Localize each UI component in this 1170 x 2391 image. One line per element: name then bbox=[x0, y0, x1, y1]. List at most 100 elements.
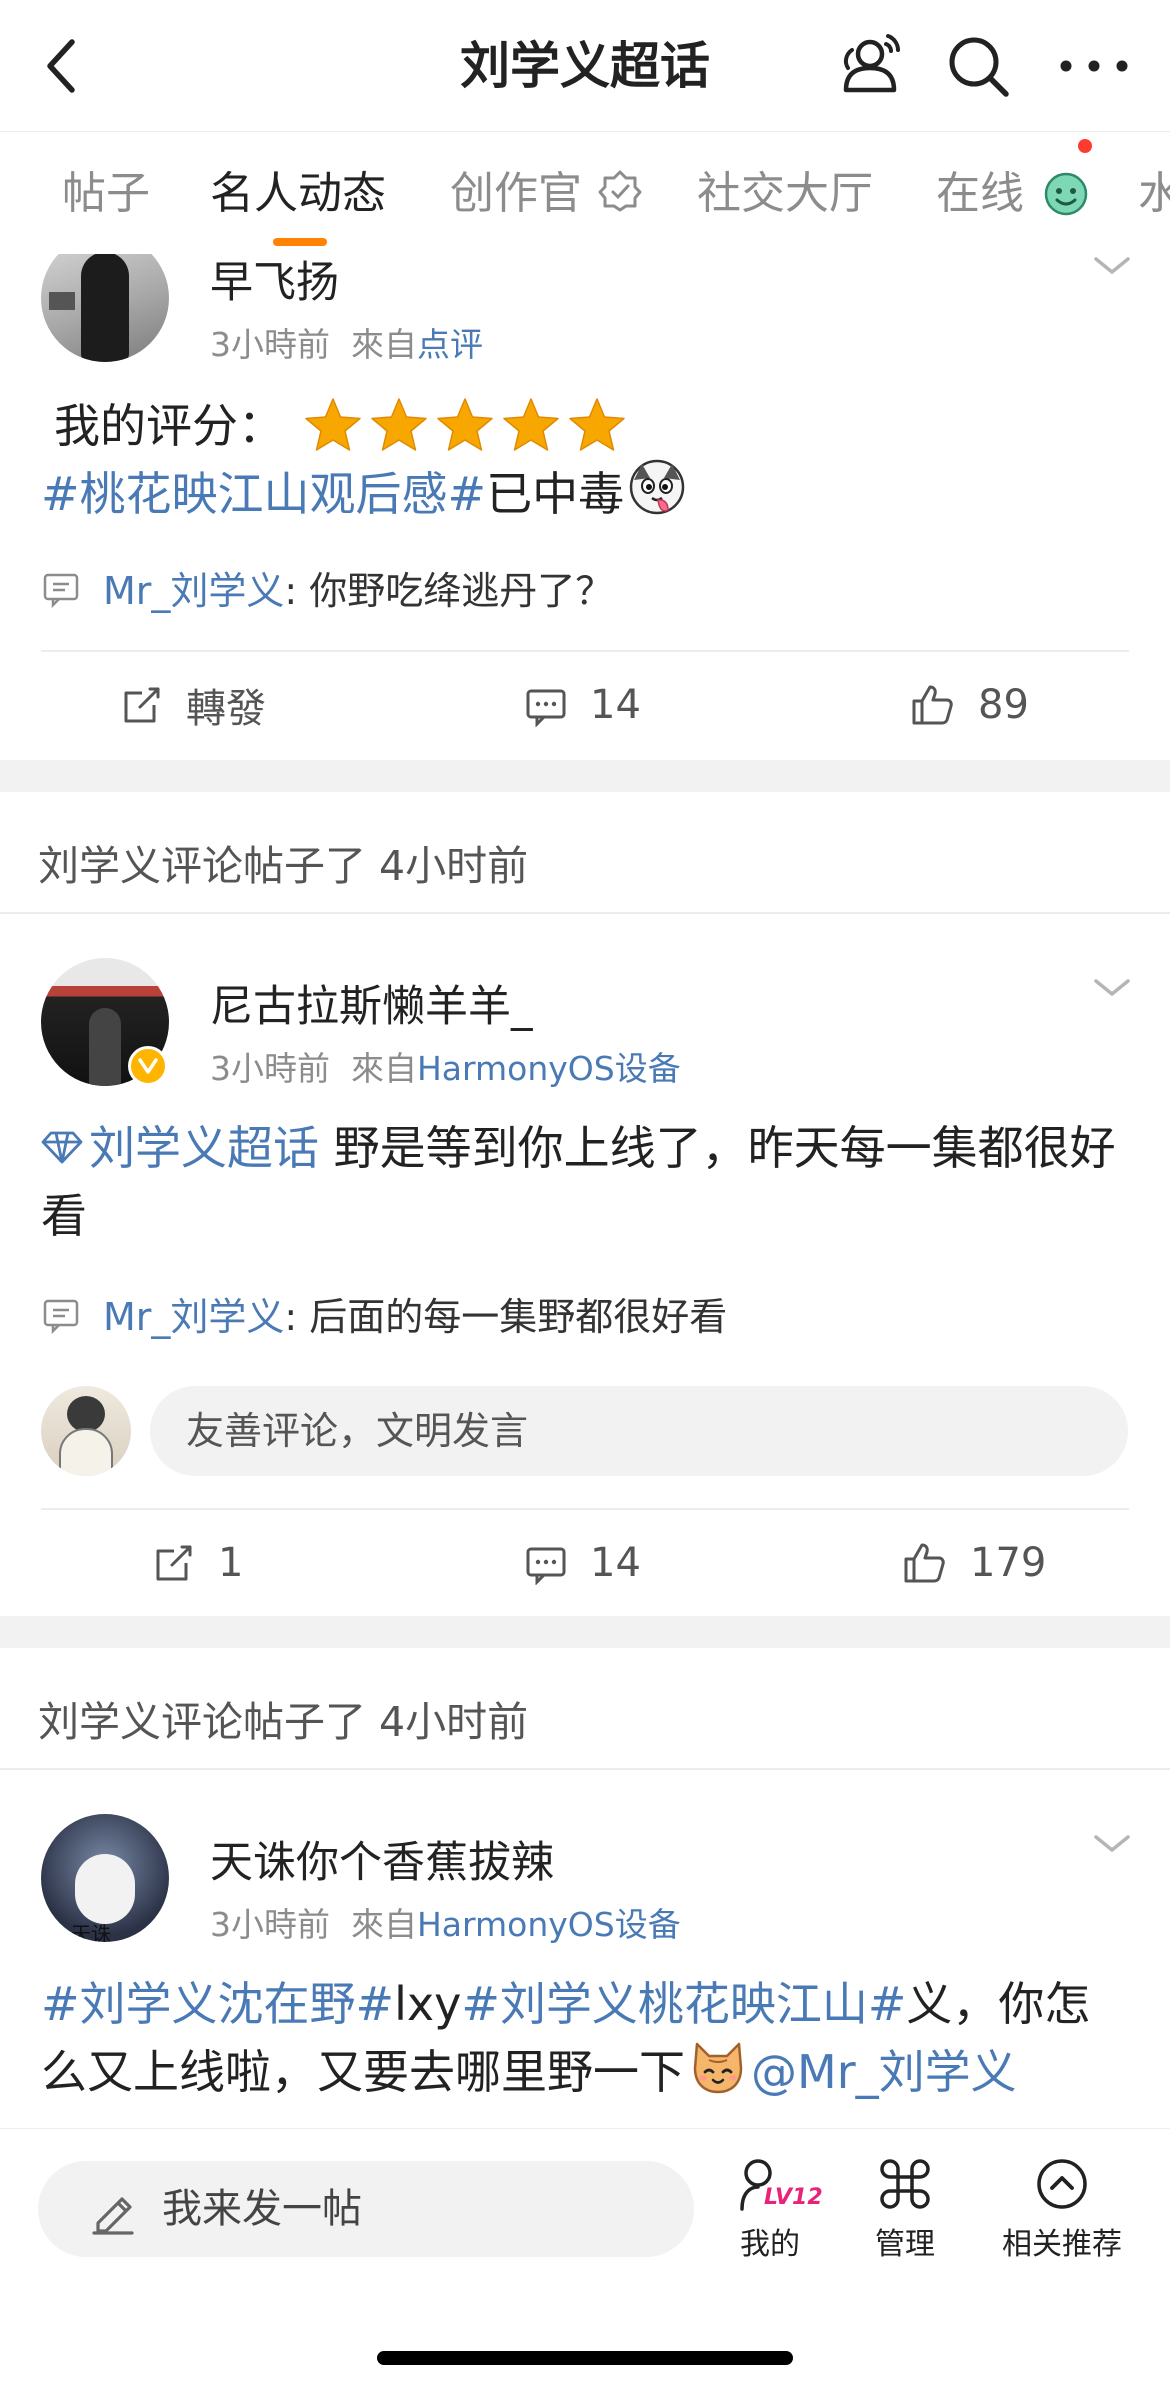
tab-bar: 帖子 名人动态 创作官 社交大厅 在线 水 bbox=[0, 133, 1170, 255]
bottom-bar: 我来发一帖 LV12 我的 管理 相关推荐 bbox=[0, 2128, 1170, 2391]
post-source[interactable]: HarmonyOS设备 bbox=[417, 1905, 681, 1944]
comment-text: : 你野吃绛逃丹了？ bbox=[284, 569, 614, 613]
tab-creators[interactable]: 创作官 bbox=[450, 133, 642, 255]
repost-icon bbox=[156, 1545, 192, 1581]
badge-icon bbox=[598, 170, 642, 212]
thumbs-up-icon bbox=[912, 685, 953, 725]
hashtag-link[interactable]: #刘学义沈在野# bbox=[41, 1977, 394, 2031]
comment-count: 14 bbox=[590, 1540, 641, 1586]
chevron-down-icon[interactable] bbox=[1092, 1832, 1132, 1856]
page: 刘学义超话 帖子 名人动态 创作官 社交大厅 在线 水 早飞扬 3小時前 來自点… bbox=[0, 0, 1170, 2391]
tab-recommend-label: 相关推荐 bbox=[1002, 2227, 1122, 2262]
comment-author[interactable]: Mr_刘学义 bbox=[103, 560, 284, 615]
tab-water[interactable]: 水 bbox=[1138, 133, 1170, 255]
tab-celebrity-updates[interactable]: 名人动态 bbox=[210, 133, 386, 255]
notification-dot bbox=[1078, 139, 1092, 153]
repost-button[interactable]: 轉發 bbox=[120, 680, 266, 732]
section-separator bbox=[0, 760, 1170, 792]
diamond-icon bbox=[41, 1131, 83, 1164]
repost-count: 1 bbox=[218, 1540, 244, 1586]
star-icon bbox=[305, 398, 361, 451]
tab-me-label: 我的 bbox=[740, 2227, 800, 2262]
v-badge-icon bbox=[128, 1046, 168, 1086]
post-source[interactable]: HarmonyOS设备 bbox=[417, 1049, 681, 1088]
comment-bubble-icon bbox=[43, 573, 79, 608]
command-icon bbox=[880, 2159, 930, 2209]
post-time: 3小時前 bbox=[210, 325, 330, 364]
comment-count: 14 bbox=[590, 682, 641, 728]
divider bbox=[0, 912, 1170, 914]
repost-label: 轉發 bbox=[186, 686, 266, 732]
top-comment[interactable]: Mr_刘学义: 后面的每一集野都很好看 bbox=[41, 1286, 727, 1341]
divider bbox=[0, 1768, 1170, 1770]
my-avatar[interactable] bbox=[41, 1386, 131, 1476]
more-icon[interactable] bbox=[1056, 28, 1132, 104]
tab-posts[interactable]: 帖子 bbox=[62, 133, 150, 255]
post-text-body: lxy bbox=[394, 1977, 462, 2031]
comment-text: : 后面的每一集野都很好看 bbox=[284, 1295, 728, 1339]
avatar-caption: 天诛 bbox=[71, 1922, 111, 1942]
active-tab-indicator bbox=[273, 238, 327, 246]
comment-icon bbox=[526, 689, 566, 727]
source-prefix: 來自 bbox=[350, 1905, 417, 1944]
compose-placeholder: 我来发一帖 bbox=[162, 2186, 362, 2232]
activity-header: 刘学义评论帖子了 4小时前 bbox=[38, 842, 529, 890]
author-name[interactable]: 早飞扬 bbox=[210, 248, 339, 310]
tab-manage-label: 管理 bbox=[875, 2227, 935, 2262]
like-count: 89 bbox=[978, 682, 1029, 728]
post-meta: 3小時前 來自点评 bbox=[210, 318, 483, 366]
home-indicator bbox=[377, 2351, 793, 2365]
comment-icon bbox=[526, 1547, 566, 1585]
chevron-down-icon[interactable] bbox=[1092, 976, 1132, 1000]
mention-link[interactable]: @Mr_刘学义 bbox=[751, 2045, 1017, 2099]
divider bbox=[41, 1508, 1129, 1510]
rating-row: 我的评分： bbox=[54, 392, 632, 460]
repost-button[interactable]: 1 bbox=[152, 1538, 243, 1588]
top-comment[interactable]: Mr_刘学义: 你野吃绛逃丹了？ bbox=[41, 560, 613, 615]
compose-button[interactable]: 我来发一帖 bbox=[38, 2161, 694, 2257]
green-emoji-icon bbox=[1044, 172, 1088, 216]
hashtag-link[interactable]: #桃花映江山观后感# bbox=[41, 467, 486, 521]
section-separator bbox=[0, 1616, 1170, 1648]
source-prefix: 來自 bbox=[350, 325, 417, 364]
level-badge: LV12 bbox=[764, 2185, 823, 2210]
comment-bubble-icon bbox=[43, 1299, 79, 1334]
navbar: 刘学义超话 bbox=[0, 0, 1170, 132]
rating-label: 我的评分： bbox=[54, 399, 284, 453]
tab-me[interactable]: LV12 我的 bbox=[730, 2157, 823, 2263]
author-name[interactable]: 尼古拉斯懒羊羊_ bbox=[210, 972, 533, 1034]
author-name[interactable]: 天诛你个香蕉拔辣 bbox=[210, 1828, 554, 1890]
comment-author[interactable]: Mr_刘学义 bbox=[103, 1286, 284, 1341]
hashtag-link[interactable]: #刘学义桃花映江山# bbox=[461, 1977, 906, 2031]
supertopic-link[interactable]: 刘学义超话 bbox=[89, 1121, 319, 1175]
tab-online-label: 在线 bbox=[936, 168, 1024, 219]
tab-social-hall[interactable]: 社交大厅 bbox=[697, 133, 873, 255]
search-icon[interactable] bbox=[940, 28, 1016, 104]
star-rating bbox=[302, 395, 632, 457]
dog-tongue-emoji bbox=[629, 459, 685, 515]
circle-up-icon bbox=[1037, 2159, 1087, 2209]
tab-manage[interactable]: 管理 bbox=[862, 2157, 948, 2263]
comment-button[interactable]: 14 bbox=[524, 680, 641, 730]
tab-creators-label: 创作官 bbox=[450, 168, 582, 219]
post-text-body: 已中毒 bbox=[486, 467, 625, 521]
like-button[interactable]: 179 bbox=[900, 1538, 1046, 1588]
post-time: 3小時前 bbox=[210, 1049, 330, 1088]
post-text: #刘学义沈在野#lxy#刘学义桃花映江山#义，你怎么又上线啦，又要去哪里野一下 … bbox=[41, 1970, 1131, 2106]
like-count: 179 bbox=[970, 1540, 1047, 1586]
tab-recommend[interactable]: 相关推荐 bbox=[992, 2157, 1132, 2263]
divider bbox=[41, 650, 1129, 652]
star-icon bbox=[437, 398, 493, 451]
cat-emoji bbox=[693, 2042, 743, 2094]
repost-icon bbox=[124, 687, 160, 723]
comment-input[interactable]: 友善评论，文明发言 bbox=[150, 1386, 1128, 1476]
tab-online[interactable]: 在线 bbox=[936, 133, 1092, 255]
post-text: 刘学义超话 野是等到你上线了，昨天每一集都很好看 bbox=[41, 1114, 1131, 1250]
avatar[interactable]: 天诛 bbox=[41, 1814, 169, 1942]
post-source[interactable]: 点评 bbox=[417, 325, 483, 364]
comment-button[interactable]: 14 bbox=[524, 1538, 641, 1588]
chevron-down-icon[interactable] bbox=[1092, 254, 1132, 278]
thumbs-up-icon bbox=[904, 1543, 945, 1583]
group-chat-icon[interactable] bbox=[830, 28, 906, 104]
like-button[interactable]: 89 bbox=[908, 680, 1029, 730]
